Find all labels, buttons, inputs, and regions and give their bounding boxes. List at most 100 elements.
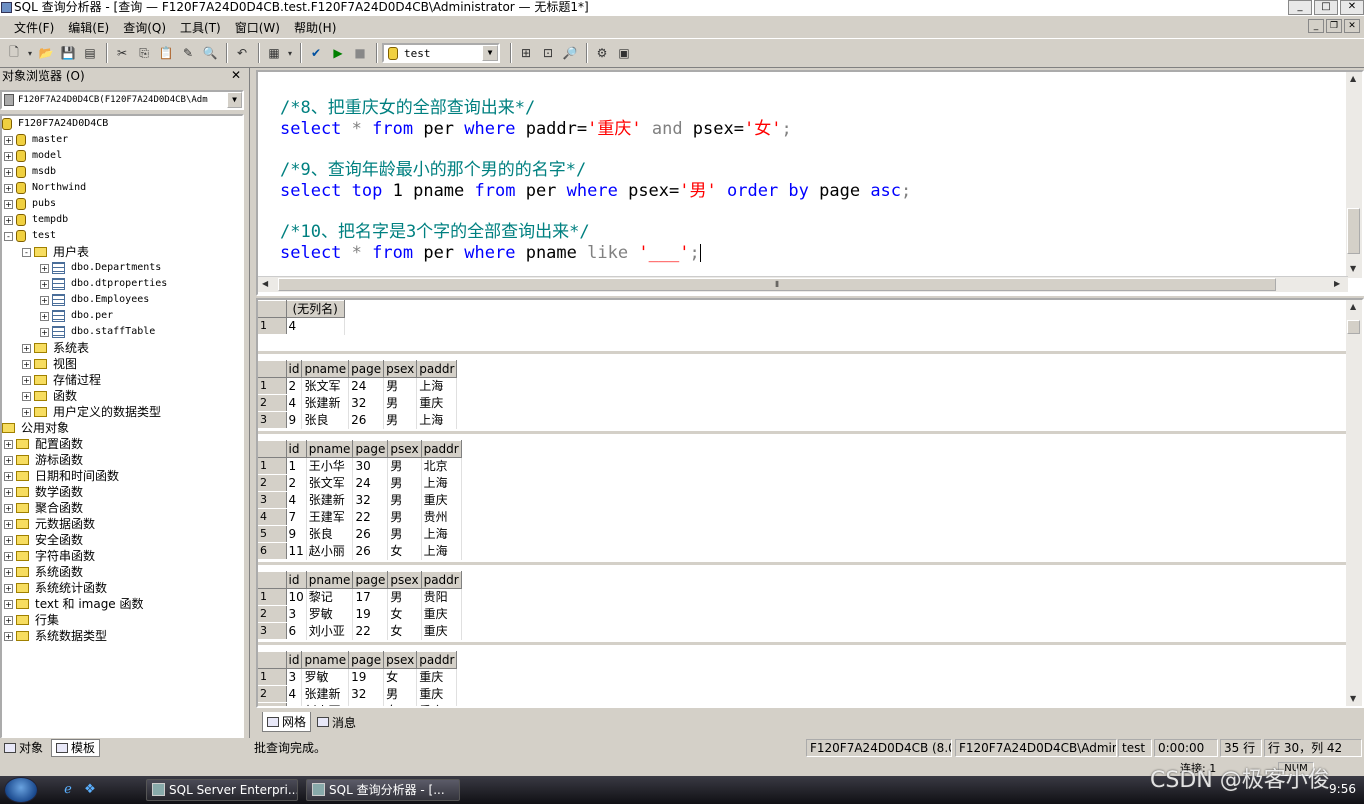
menu-window[interactable]: 窗口(W) xyxy=(235,19,280,36)
column-header[interactable]: paddr xyxy=(416,651,458,669)
scroll-down-icon[interactable]: ▼ xyxy=(1350,264,1356,273)
table-cell[interactable]: 上海 xyxy=(416,411,458,429)
table-cell[interactable]: 26 xyxy=(352,525,389,543)
grid-corner[interactable] xyxy=(258,360,287,378)
table-cell[interactable]: 10 xyxy=(286,588,307,606)
row-number[interactable]: 1 xyxy=(258,588,287,606)
column-header[interactable]: id xyxy=(286,571,307,589)
maximize-button[interactable]: □ xyxy=(1314,0,1338,15)
table-cell[interactable]: 19 xyxy=(352,605,389,623)
row-number[interactable]: 2 xyxy=(258,474,287,492)
table-cell[interactable]: 张建新 xyxy=(301,685,350,703)
column-header[interactable]: psex xyxy=(387,440,422,458)
table-cell[interactable]: 7 xyxy=(286,508,307,526)
undo-icon[interactable]: ↶ xyxy=(232,43,252,63)
table-cell[interactable]: 22 xyxy=(352,508,389,526)
column-header[interactable]: page xyxy=(348,360,385,378)
table-cell[interactable]: 上海 xyxy=(421,525,462,543)
expand-icon[interactable]: + xyxy=(4,215,13,225)
expand-icon[interactable]: + xyxy=(4,455,13,465)
tree-database-pubs[interactable]: + pubs xyxy=(4,196,56,212)
task-enterprise-manager[interactable]: SQL Server Enterpri... xyxy=(146,779,298,801)
grid-corner[interactable] xyxy=(258,300,287,318)
table-cell[interactable]: 1 xyxy=(286,457,307,475)
parse-icon[interactable]: ✔ xyxy=(306,43,326,63)
expand-icon[interactable]: + xyxy=(40,295,49,305)
row-number[interactable]: 1 xyxy=(258,668,287,686)
tree-table[interactable]: + dbo.staffTable xyxy=(40,324,155,340)
table-row[interactable]: 4 7 王建军 22 男贵州 xyxy=(258,508,462,526)
tree-database-msdb[interactable]: + msdb xyxy=(4,164,56,180)
expand-icon[interactable]: + xyxy=(4,519,13,529)
table-cell[interactable]: 6 xyxy=(286,702,303,706)
table-cell[interactable]: 王建军 xyxy=(306,508,354,526)
execute-icon[interactable]: ▶ xyxy=(328,43,348,63)
scroll-thumb[interactable]: ⦀ xyxy=(278,278,1276,291)
table-cell[interactable]: 上海 xyxy=(421,474,462,492)
table-cell[interactable]: 26 xyxy=(348,411,385,429)
tree-common-objects[interactable]: 公用对象 xyxy=(2,420,69,436)
tree-function-folder[interactable]: + 系统统计函数 xyxy=(4,580,107,596)
tree-server[interactable]: F120F7A24D0D4CB xyxy=(2,116,108,132)
expand-icon[interactable]: + xyxy=(40,311,49,321)
expand-icon[interactable]: + xyxy=(4,487,13,497)
table-cell[interactable]: 32 xyxy=(348,685,385,703)
expand-icon[interactable]: + xyxy=(4,631,13,641)
tree-function-folder[interactable]: + 系统函数 xyxy=(4,564,83,580)
table-cell[interactable]: 张文军 xyxy=(301,377,350,395)
cancel-icon[interactable]: ■ xyxy=(350,43,370,63)
table-cell[interactable]: 3 xyxy=(286,605,307,623)
table-cell[interactable]: 男 xyxy=(383,411,418,429)
table-cell[interactable]: 上海 xyxy=(416,377,458,395)
chevron-down-icon[interactable]: ▼ xyxy=(227,92,242,108)
object-search-icon[interactable]: ⊡ xyxy=(538,43,558,63)
expand-icon[interactable]: + xyxy=(4,167,13,177)
row-number[interactable]: 6 xyxy=(258,542,287,560)
row-number[interactable]: 2 xyxy=(258,685,287,703)
row-number[interactable]: 1 xyxy=(258,377,287,395)
expand-icon[interactable]: + xyxy=(4,551,13,561)
menu-file[interactable]: 文件(F) xyxy=(14,19,54,36)
row-number[interactable]: 4 xyxy=(258,508,287,526)
expand-icon[interactable]: + xyxy=(4,183,13,193)
table-row[interactable]: 2 2 张文军 24 男上海 xyxy=(258,474,462,492)
table-row[interactable]: 1 1 王小华 30 男北京 xyxy=(258,457,462,475)
table-row[interactable]: 1 2 张文军 24 男上海 xyxy=(258,377,458,395)
expand-icon[interactable]: + xyxy=(4,567,13,577)
tree-function-folder[interactable]: + 系统数据类型 xyxy=(4,628,107,644)
object-browser-icon[interactable]: ⊞ xyxy=(516,43,536,63)
tree-database-tempdb[interactable]: + tempdb xyxy=(4,212,68,228)
table-cell[interactable]: 重庆 xyxy=(421,622,462,640)
tree-table[interactable]: + dbo.Departments xyxy=(40,260,161,276)
table-cell[interactable]: 重庆 xyxy=(416,702,458,706)
column-header[interactable]: page xyxy=(352,571,389,589)
column-header[interactable]: id xyxy=(286,440,307,458)
column-header[interactable]: pname xyxy=(301,651,350,669)
editor-vertical-scrollbar[interactable]: ▲ ▼ xyxy=(1346,72,1362,278)
table-cell[interactable]: 3 xyxy=(286,668,303,686)
task-query-analyzer[interactable]: SQL 查询分析器 - [... xyxy=(306,779,460,801)
database-select[interactable]: test ▼ xyxy=(382,43,500,63)
table-cell[interactable]: 32 xyxy=(352,491,389,509)
table-cell[interactable]: 30 xyxy=(352,457,389,475)
table-cell[interactable]: 24 xyxy=(348,377,385,395)
column-header[interactable]: page xyxy=(348,651,385,669)
column-header[interactable]: pname xyxy=(301,360,350,378)
expand-icon[interactable]: + xyxy=(4,471,13,481)
tree-function-folder[interactable]: + 行集 xyxy=(4,612,59,628)
load-template-icon[interactable]: ▤ xyxy=(80,43,100,63)
table-row[interactable]: 3 9 张良 26 男上海 xyxy=(258,411,458,429)
grid-corner[interactable] xyxy=(258,440,287,458)
table-cell[interactable]: 罗敏 xyxy=(301,668,350,686)
table-row[interactable]: 2 4 张建新 32 男重庆 xyxy=(258,394,458,412)
row-number[interactable]: 1 xyxy=(258,317,287,335)
table-cell[interactable]: 男 xyxy=(383,685,418,703)
row-number[interactable]: 2 xyxy=(258,394,287,412)
table-cell[interactable]: 刘小亚 xyxy=(306,622,354,640)
tree-function-folder[interactable]: + 安全函数 xyxy=(4,532,83,548)
table-row[interactable]: 1 3 罗敏 19 女重庆 xyxy=(258,668,458,686)
tree-folder[interactable]: + 用户定义的数据类型 xyxy=(22,404,161,420)
collapse-icon[interactable]: - xyxy=(22,247,31,257)
table-cell[interactable]: 22 xyxy=(352,622,389,640)
scroll-up-icon[interactable]: ▲ xyxy=(1350,74,1356,83)
